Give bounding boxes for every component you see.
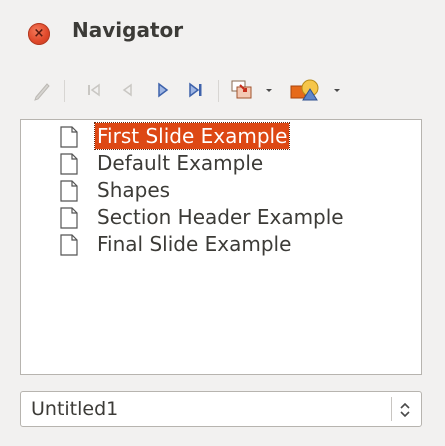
document-page-icon: [60, 180, 78, 202]
pencil-icon[interactable]: [30, 76, 54, 104]
slide-list-item-label: Section Header Example: [97, 205, 344, 229]
first-slide-icon[interactable]: [82, 76, 106, 104]
toolbar-separator: [218, 80, 219, 102]
document-select[interactable]: Untitled1: [20, 391, 422, 427]
window-title: Navigator: [72, 18, 184, 42]
slide-list-item-label: First Slide Example: [93, 122, 291, 150]
toolbar: [0, 70, 445, 110]
dropdown-arrow-icon[interactable]: [262, 76, 276, 104]
close-button[interactable]: ×: [28, 23, 50, 45]
navigator-window: × Navigator First Slide Example Default …: [0, 0, 445, 446]
slide-list-item-label: Final Slide Example: [97, 232, 292, 256]
document-select-value: Untitled1: [31, 398, 119, 420]
document-page-icon: [60, 126, 78, 148]
slide-list[interactable]: First Slide Example Default Example Shapes…: [20, 119, 422, 375]
toolbar-separator: [64, 80, 65, 102]
title-bar: × Navigator: [0, 0, 445, 60]
slide-list-item-label: Default Example: [97, 151, 264, 175]
previous-slide-icon[interactable]: [116, 76, 140, 104]
close-icon: ×: [33, 26, 45, 41]
document-page-icon: [60, 234, 78, 256]
next-slide-icon[interactable]: [150, 76, 174, 104]
drag-mode-icon[interactable]: [228, 76, 256, 104]
dropdown-arrow-icon[interactable]: [330, 76, 344, 104]
spin-arrows-icon[interactable]: [398, 400, 412, 424]
last-slide-icon[interactable]: [184, 76, 208, 104]
document-page-icon: [60, 153, 78, 175]
select-divider: [391, 397, 392, 421]
shapes-icon[interactable]: [288, 76, 322, 104]
document-page-icon: [60, 207, 78, 229]
slide-list-item-label: Shapes: [97, 178, 171, 202]
